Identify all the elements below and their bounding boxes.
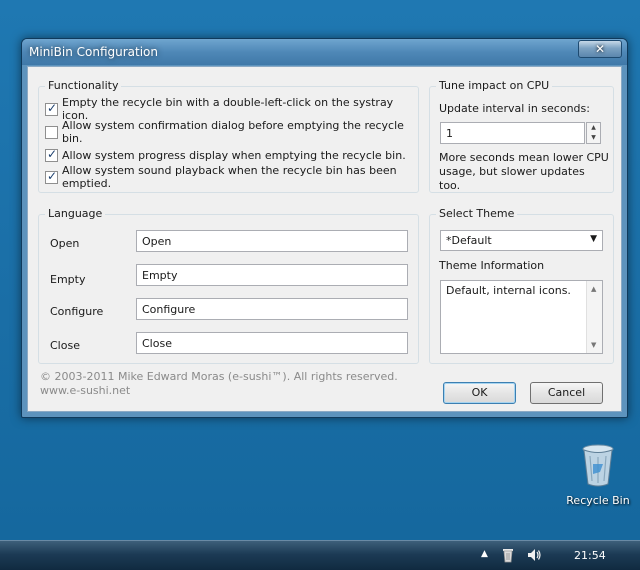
recycle-bin-desktop-icon[interactable]: Recycle Bin xyxy=(562,444,634,507)
language-input-close[interactable] xyxy=(136,332,408,354)
theme-group: Select Theme *Default ▼ Theme Informatio… xyxy=(429,207,614,364)
copyright-text: © 2003-2011 Mike Edward Moras (e-sushi™)… xyxy=(40,370,398,383)
option-double-click-empty[interactable]: Empty the recycle bin with a double-left… xyxy=(45,96,418,122)
language-group-title: Language xyxy=(45,207,106,220)
scroll-up-icon[interactable]: ▲ xyxy=(591,285,596,293)
language-group: Language Open Empty Configure Close xyxy=(38,207,419,364)
title-bar[interactable]: MiniBin Configuration ✕ xyxy=(22,39,627,65)
website-link[interactable]: www.e-sushi.net xyxy=(40,384,130,397)
theme-info-text: Default, internal icons. xyxy=(446,284,571,297)
theme-info-scrollbar[interactable]: ▲ ▼ xyxy=(586,281,602,353)
option-sound-playback[interactable]: Allow system sound playback when the rec… xyxy=(45,164,418,190)
theme-select[interactable]: *Default ▼ xyxy=(440,230,603,251)
option-progress-display[interactable]: Allow system progress display when empty… xyxy=(45,147,406,163)
language-label-empty: Empty xyxy=(50,273,86,286)
recycle-bin-icon xyxy=(581,444,615,487)
interval-spinner[interactable]: ▲ ▼ xyxy=(586,122,601,144)
option-label: Allow system progress display when empty… xyxy=(62,148,406,162)
chevron-down-icon[interactable]: ▼ xyxy=(590,234,597,244)
theme-group-title: Select Theme xyxy=(436,207,518,220)
ok-button[interactable]: OK xyxy=(443,382,516,404)
close-icon: ✕ xyxy=(594,42,606,56)
language-input-configure[interactable] xyxy=(136,298,408,320)
cpu-group: Tune impact on CPU Update interval in se… xyxy=(429,79,614,193)
checkbox-double-click-empty[interactable] xyxy=(45,101,58,116)
window-title: MiniBin Configuration xyxy=(29,45,158,59)
recycle-bin-label: Recycle Bin xyxy=(566,494,630,507)
cpu-note: More seconds mean lower CPU usage, but s… xyxy=(439,151,609,192)
show-hidden-icons-icon[interactable]: ▲ xyxy=(481,549,488,559)
theme-info-textarea[interactable]: Default, internal icons. ▲ ▼ xyxy=(440,280,603,354)
language-label-configure: Configure xyxy=(50,305,104,318)
spin-up-icon[interactable]: ▲ xyxy=(587,123,600,133)
minibin-tray-icon[interactable] xyxy=(502,547,514,566)
window-client-area: Functionality Empty the recycle bin with… xyxy=(27,66,622,412)
config-window: MiniBin Configuration ✕ Functionality Em… xyxy=(21,38,628,418)
checkbox-confirmation-dialog[interactable] xyxy=(45,125,58,139)
interval-label: Update interval in seconds: xyxy=(439,102,590,115)
cpu-group-title: Tune impact on CPU xyxy=(436,79,553,92)
cancel-button[interactable]: Cancel xyxy=(530,382,603,404)
option-label: Allow system sound playback when the rec… xyxy=(62,164,397,190)
taskbar-clock[interactable]: 21:54 xyxy=(574,549,606,562)
checkbox-sound-playback[interactable] xyxy=(45,169,58,184)
volume-icon[interactable] xyxy=(526,547,542,566)
option-confirmation-dialog[interactable]: Allow system confirmation dialog before … xyxy=(45,119,418,145)
language-input-empty[interactable] xyxy=(136,264,408,286)
spin-down-icon[interactable]: ▼ xyxy=(587,133,600,143)
functionality-group-title: Functionality xyxy=(45,79,122,92)
option-label: Allow system confirmation dialog before … xyxy=(62,119,404,145)
theme-info-label: Theme Information xyxy=(439,259,545,272)
functionality-group: Functionality Empty the recycle bin with… xyxy=(38,79,419,193)
scroll-down-icon[interactable]: ▼ xyxy=(591,341,596,349)
interval-input[interactable] xyxy=(440,122,585,144)
close-window-button[interactable]: ✕ xyxy=(578,40,622,58)
theme-selected-value: *Default xyxy=(446,234,492,247)
language-input-open[interactable] xyxy=(136,230,408,252)
taskbar: ▲ 21:54 xyxy=(0,540,640,570)
language-label-close: Close xyxy=(50,339,80,352)
checkbox-progress-display[interactable] xyxy=(45,147,58,162)
language-label-open: Open xyxy=(50,237,80,250)
